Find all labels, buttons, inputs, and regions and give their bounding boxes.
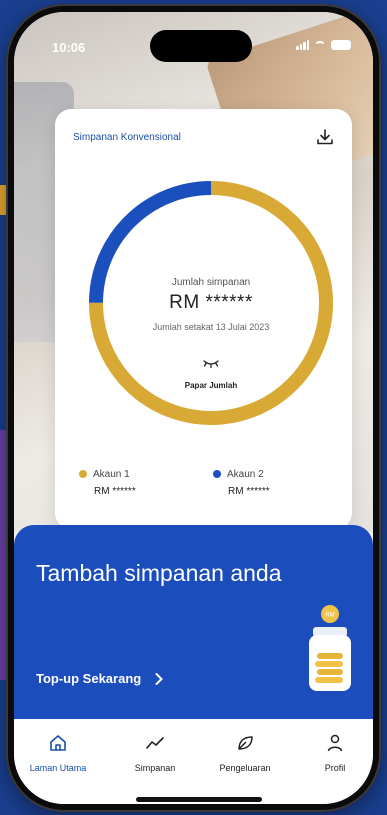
jar-coin-text: RM: [325, 613, 334, 619]
wifi-icon: [314, 40, 326, 50]
status-icons: [296, 40, 351, 50]
status-time: 10:06: [52, 40, 86, 55]
legend-item-akaun-2: Akaun 2 RM ******: [213, 469, 270, 497]
nav-item-pengeluaran[interactable]: Pengeluaran: [205, 733, 285, 773]
as-of-date: Jumlah setakat 13 Julai 2023: [152, 322, 270, 332]
nav-label: Pengeluaran: [219, 763, 271, 773]
nav-label: Laman Utama: [29, 763, 87, 773]
legend-label: Akaun 1: [93, 469, 130, 480]
nav-item-simpanan[interactable]: Simpanan: [115, 733, 195, 773]
status-bar: 10:06: [14, 12, 373, 62]
top-up-button[interactable]: Top-up Sekarang: [36, 671, 164, 686]
savings-card: Simpanan Konvensional Jumlah simpanan RM…: [55, 109, 352, 529]
legend-dot-gold: [79, 470, 87, 479]
trend-icon: [146, 737, 164, 749]
home-indicator[interactable]: [136, 797, 262, 802]
signal-icon: [296, 40, 309, 50]
person-icon: [327, 734, 343, 752]
show-amount-button[interactable]: Papar Jumlah: [89, 381, 333, 390]
top-up-label: Top-up Sekarang: [36, 671, 142, 686]
download-icon[interactable]: [316, 128, 334, 146]
battery-icon: [331, 40, 351, 50]
legend-label: Akaun 2: [227, 469, 264, 480]
legend-amount: RM ******: [94, 486, 136, 497]
nav-label: Simpanan: [134, 763, 176, 773]
home-icon: [50, 735, 66, 751]
legend-item-akaun-1: Akaun 1 RM ******: [79, 469, 136, 497]
legend-dot-blue: [213, 470, 221, 479]
dynamic-island: [150, 30, 252, 62]
donut-center: Jumlah simpanan RM ****** Jumlah setakat…: [89, 181, 333, 425]
app-screen: 10:06 Simpanan Konvensional Jumlah simpa…: [14, 12, 373, 804]
nav-item-laman-utama[interactable]: Laman Utama: [18, 733, 98, 773]
promo-title: Tambah simpanan anda: [36, 560, 282, 586]
nav-item-profil[interactable]: Profil: [295, 733, 373, 773]
card-title: Simpanan Konvensional: [73, 132, 181, 143]
total-amount: RM ******: [169, 292, 253, 313]
top-up-promo-banner[interactable]: Tambah simpanan anda Top-up Sekarang RM: [14, 525, 373, 719]
savings-jar-icon: RM: [309, 605, 351, 691]
eye-closed-icon[interactable]: [201, 359, 221, 369]
bottom-navigation: Laman Utama Simpanan Pengeluaran Profil: [14, 719, 373, 804]
leaf-icon: [238, 736, 253, 750]
total-label: Jumlah simpanan: [171, 277, 251, 288]
nav-label: Profil: [324, 763, 346, 773]
phone-frame: 10:06 Simpanan Konvensional Jumlah simpa…: [6, 4, 381, 812]
legend-amount: RM ******: [228, 486, 270, 497]
chevron-right-icon: [155, 672, 164, 685]
